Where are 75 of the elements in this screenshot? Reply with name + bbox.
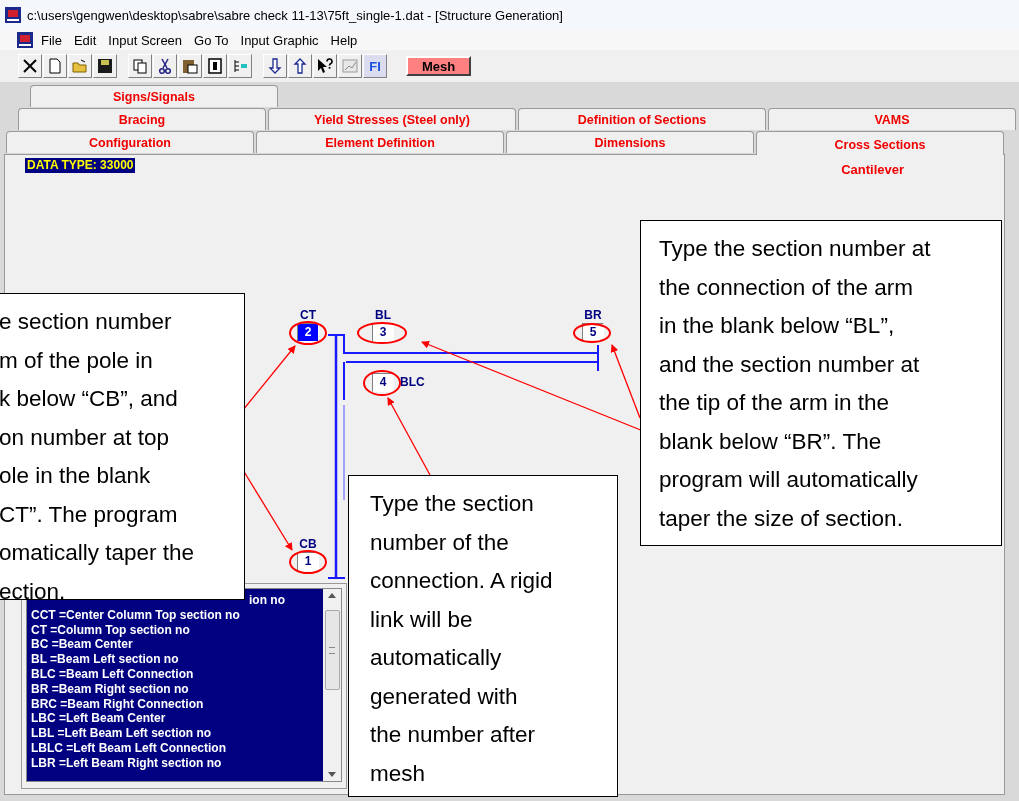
highlight-ellipse (573, 323, 611, 343)
callout-text: Type the section number at the connection of the arm in the blank below “BL”, and the section number at the tip of the arm in the blank below “BR”. The program will automatically taper the size of section. (640, 220, 1002, 546)
toolbar-button[interactable]: FI (363, 54, 387, 78)
list-item[interactable]: BLC =Beam Left Connection (27, 667, 323, 682)
toolbar-button[interactable] (93, 54, 117, 78)
mesh-button[interactable]: Mesh (406, 56, 472, 76)
up-arrow-icon (291, 57, 309, 75)
tab[interactable]: Element Definition (256, 131, 504, 153)
field-label: BLC (400, 376, 425, 389)
highlight-ellipse (289, 550, 327, 574)
list-item[interactable]: LBL =Left Beam Left section no (27, 726, 323, 741)
copy-icon (131, 57, 149, 75)
tab[interactable]: Dimensions (506, 131, 754, 153)
close-button[interactable] (18, 54, 42, 78)
toolbar-button[interactable] (263, 54, 287, 78)
page-icon (46, 57, 64, 75)
menu-item[interactable]: File (37, 32, 66, 48)
section-number-field[interactable]: 1 (297, 552, 319, 571)
toolbar-button[interactable] (153, 54, 177, 78)
list-item[interactable]: LBC =Left Beam Center (27, 711, 323, 727)
chart-icon (341, 57, 359, 75)
window-title: c:\users\gengwen\desktop\sabre\sabre check 11-13\75ft_single-1.dat - [Structure Generation] (27, 7, 563, 23)
list-item[interactable]: BC =Beam Center (27, 637, 323, 653)
menu-item[interactable]: Edit (69, 32, 101, 48)
section-number-field[interactable]: 2 (297, 323, 319, 342)
panel-title: Cantilever (841, 162, 904, 177)
tab[interactable]: Signs/Signals (30, 85, 278, 107)
menu-item[interactable]: Input Graphic (236, 32, 323, 48)
list-item[interactable]: BL =Beam Left section no (27, 652, 323, 667)
toolbar-button[interactable] (313, 54, 337, 78)
close-icon (21, 57, 39, 75)
tree-icon (231, 57, 249, 75)
tab[interactable]: Cross Sections (756, 131, 1004, 155)
list-item[interactable]: CT =Column Top section no (27, 622, 323, 638)
scroll-up-icon[interactable] (328, 593, 336, 598)
toolbar-button[interactable] (178, 54, 202, 78)
menu-item[interactable]: Input Screen (104, 32, 187, 48)
app-logo-icon (5, 7, 21, 23)
menu-item[interactable]: Help (326, 32, 362, 48)
tab[interactable]: Definition of Sections (518, 108, 766, 130)
field-label: CT (300, 309, 316, 322)
app-logo-icon[interactable] (17, 32, 33, 48)
list-item[interactable]: CCT =Center Column Top section no (27, 607, 323, 623)
callout-text: e section number m of the pole in k below “CB”, and on number at top ole in the blank CT”. The program omatically taper the ection. (0, 293, 245, 600)
callout-text: Type the section number of the connection. A rigid link will be automatically generated with the number after mesh (348, 475, 618, 797)
list-item[interactable]: ion no (245, 593, 285, 608)
list-item[interactable]: BR =Beam Right section no (27, 681, 323, 697)
folder-icon (71, 57, 89, 75)
tab[interactable]: Configuration (6, 131, 254, 153)
section-number-field[interactable]: 4 (372, 373, 394, 392)
pointer-arrow (242, 345, 296, 411)
scrollbar[interactable] (323, 589, 341, 781)
list-item[interactable]: BRC =Beam Right Connection (27, 696, 323, 712)
menu-item[interactable]: Go To (190, 32, 233, 48)
clipboard-icon (181, 57, 199, 75)
data-type-label: DATA TYPE: 33000 (25, 158, 136, 173)
list-item[interactable]: LBR =Left Beam Right section no (27, 755, 323, 771)
highlight-ellipse (357, 322, 407, 344)
toolbar-button[interactable] (288, 54, 312, 78)
list-item[interactable]: LBLC =Left Beam Left Connection (27, 740, 323, 756)
scissors-icon (156, 57, 174, 75)
trash-icon (206, 57, 224, 75)
pointer-question-icon (316, 57, 334, 75)
down-arrow-icon (266, 57, 284, 75)
highlight-ellipse (363, 370, 401, 396)
highlight-ellipse (289, 321, 327, 345)
field-label: CB (299, 538, 317, 551)
tab[interactable]: VAMS (768, 108, 1016, 130)
scroll-down-icon[interactable] (328, 772, 336, 777)
tab[interactable]: Bracing (18, 108, 266, 130)
toolbar-button[interactable] (203, 54, 227, 78)
tab[interactable]: Yield Stresses (Steel only) (268, 108, 516, 130)
field-label: BR (584, 309, 602, 322)
scroll-thumb[interactable] (324, 610, 340, 690)
field-label: BL (375, 309, 391, 322)
